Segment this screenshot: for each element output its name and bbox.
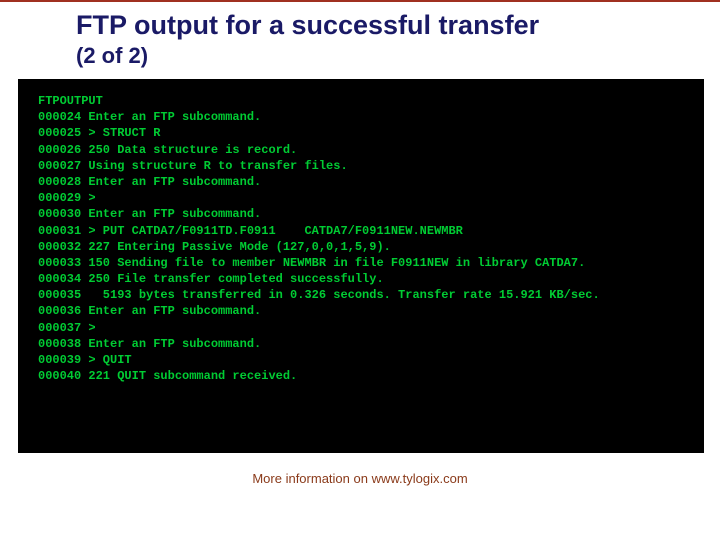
page-title: FTP output for a successful transfer: [76, 10, 720, 41]
footer-text: More information on www.tylogix.com: [0, 471, 720, 486]
slide-header: FTP output for a successful transfer (2 …: [0, 0, 720, 79]
page-subtitle: (2 of 2): [76, 43, 720, 69]
terminal-output: FTPOUTPUT 000024 Enter an FTP subcommand…: [18, 79, 704, 453]
